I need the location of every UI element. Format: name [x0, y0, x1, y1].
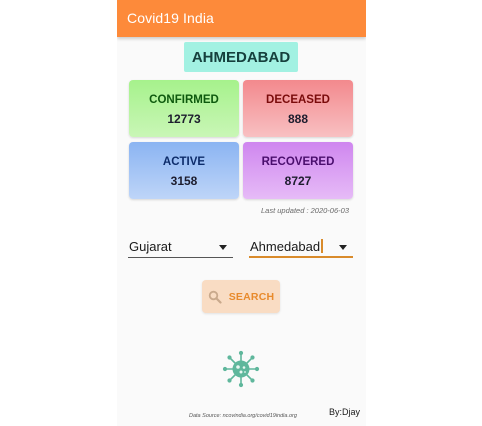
author-credit: By:Djay	[328, 407, 360, 417]
city-dropdown[interactable]: Ahmedabad	[249, 236, 353, 258]
active-value: 3158	[170, 174, 198, 188]
chevron-down-icon[interactable]	[219, 245, 227, 250]
active-label: ACTIVE	[162, 156, 206, 168]
chevron-down-icon[interactable]	[339, 245, 347, 250]
recovered-value: 8727	[284, 174, 312, 188]
app-screen: Covid19 India AHMEDABAD CONFIRMED 12773 …	[117, 0, 366, 426]
app-title: Covid19 India	[127, 10, 214, 26]
deceased-card: DECEASED 888	[243, 80, 353, 137]
deceased-value: 888	[287, 112, 309, 126]
virus-icon	[222, 350, 260, 388]
confirmed-value: 12773	[167, 112, 201, 126]
data-source-credit: Data Source: ncovindia.org/covid19india.…	[189, 413, 297, 419]
search-button-label: SEARCH	[228, 290, 275, 303]
city-dropdown-value: Ahmedabad	[250, 239, 321, 254]
city-title: AHMEDABAD	[184, 42, 298, 72]
state-dropdown[interactable]: Gujarat	[128, 236, 233, 258]
active-card: ACTIVE 3158	[129, 142, 239, 199]
confirmed-label: CONFIRMED	[149, 94, 219, 106]
app-bar: Covid19 India	[117, 0, 366, 37]
recovered-label: RECOVERED	[261, 156, 335, 168]
text-cursor	[321, 239, 323, 253]
deceased-label: DECEASED	[266, 94, 330, 106]
search-button[interactable]: SEARCH	[202, 280, 280, 313]
confirmed-card: CONFIRMED 12773	[129, 80, 239, 137]
search-icon	[208, 290, 222, 304]
recovered-card: RECOVERED 8727	[243, 142, 353, 199]
last-updated-text: Last updated : 2020-06-03	[261, 206, 349, 215]
state-dropdown-value: Gujarat	[129, 239, 172, 254]
